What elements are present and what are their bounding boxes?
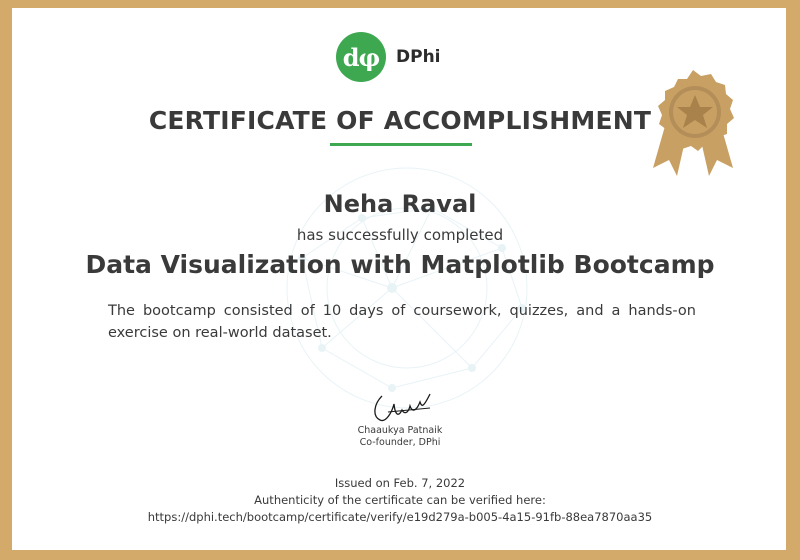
issue-date: Issued on Feb. 7, 2022 (334, 476, 466, 490)
signer-title: Co-founder, DPhi (359, 437, 441, 448)
course-description: The bootcamp consisted of 10 days of cou… (108, 303, 696, 341)
dphi-logo-icon: dφ (336, 32, 386, 82)
handwritten-signature (374, 393, 431, 422)
brand-name: DPhi (396, 47, 441, 67)
completion-text: has successfully completed (296, 226, 504, 244)
title-divider (330, 143, 472, 146)
recipient-name: Neha Raval (323, 190, 477, 218)
brand-logo: dφ DPhi (336, 32, 441, 82)
verification-note: Authenticity of the certificate can be v… (254, 493, 546, 507)
verification-link[interactable]: https://dphi.tech/bootcamp/certificate/v… (0, 510, 800, 524)
course-title: Data Visualization with Matplotlib Bootc… (85, 250, 715, 279)
signer-name: Chaaukya Patnaik (357, 425, 443, 436)
award-ribbon-star-icon (653, 70, 734, 176)
